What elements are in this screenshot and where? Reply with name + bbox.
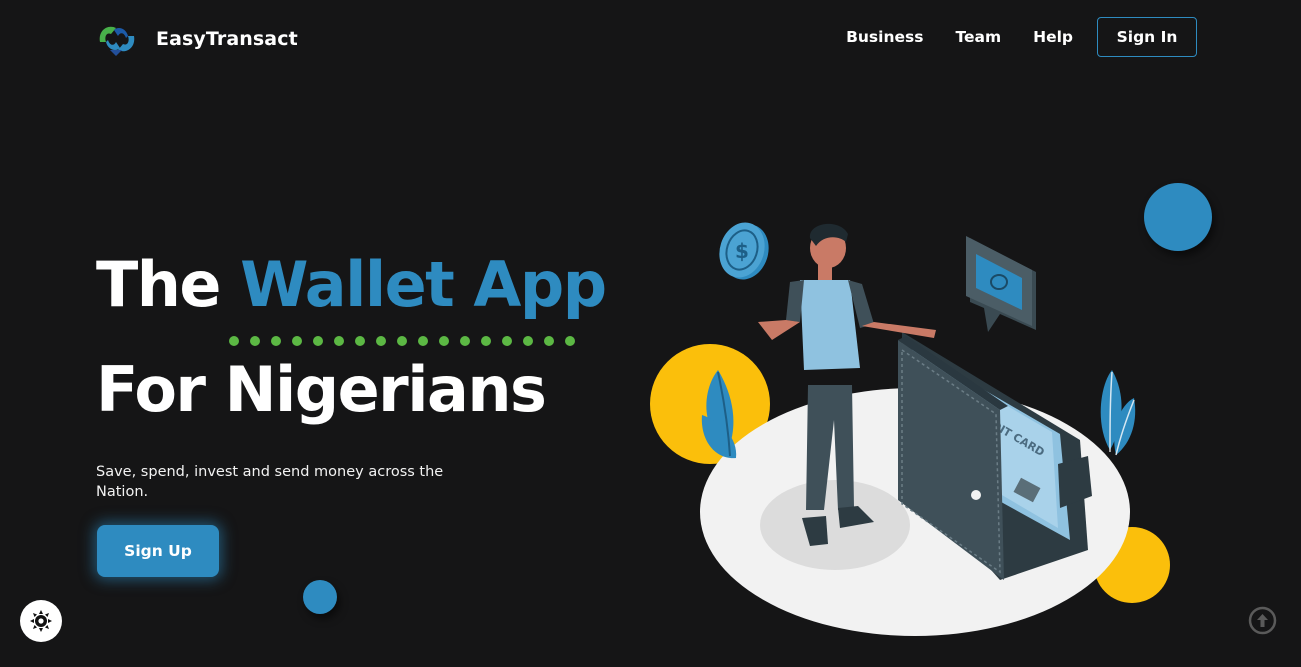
hero-title-line1: The Wallet App <box>96 254 607 316</box>
brand-name: EasyTransact <box>156 28 298 50</box>
leaf-icon-right <box>1100 370 1136 455</box>
sun-icon <box>30 610 52 632</box>
main-nav: Business Team Help Sign In <box>846 17 1197 57</box>
arrow-up-circle-icon[interactable] <box>1248 606 1277 635</box>
dotted-underline <box>229 336 575 346</box>
dollar-coin-icon: $ <box>719 222 769 280</box>
nav-link-help[interactable]: Help <box>1033 28 1073 46</box>
hero-subtitle: Save, spend, invest and send money acros… <box>96 464 444 500</box>
nav-link-business[interactable]: Business <box>846 28 923 46</box>
landing-page: EasyTransact Business Team Help Sign In … <box>0 0 1301 667</box>
theme-toggle-button[interactable] <box>20 600 62 642</box>
svg-text:$: $ <box>735 239 749 263</box>
brand-link[interactable]: EasyTransact <box>96 20 298 58</box>
hero-title-accent: Wallet App <box>240 248 607 321</box>
person-shadow <box>760 480 910 570</box>
wallet-illustration: CREDIT CARD $ <box>650 222 1170 636</box>
easytransact-logo-icon <box>99 26 135 56</box>
decorative-circle-small <box>303 580 337 614</box>
money-chat-bubble-icon <box>966 236 1036 332</box>
hero-title-part1: The <box>96 248 241 321</box>
hero-title-line2: For Nigerians <box>96 353 547 426</box>
sign-in-button[interactable]: Sign In <box>1097 17 1197 57</box>
nav-link-team[interactable]: Team <box>955 28 1001 46</box>
sign-up-button[interactable]: Sign Up <box>97 525 219 577</box>
